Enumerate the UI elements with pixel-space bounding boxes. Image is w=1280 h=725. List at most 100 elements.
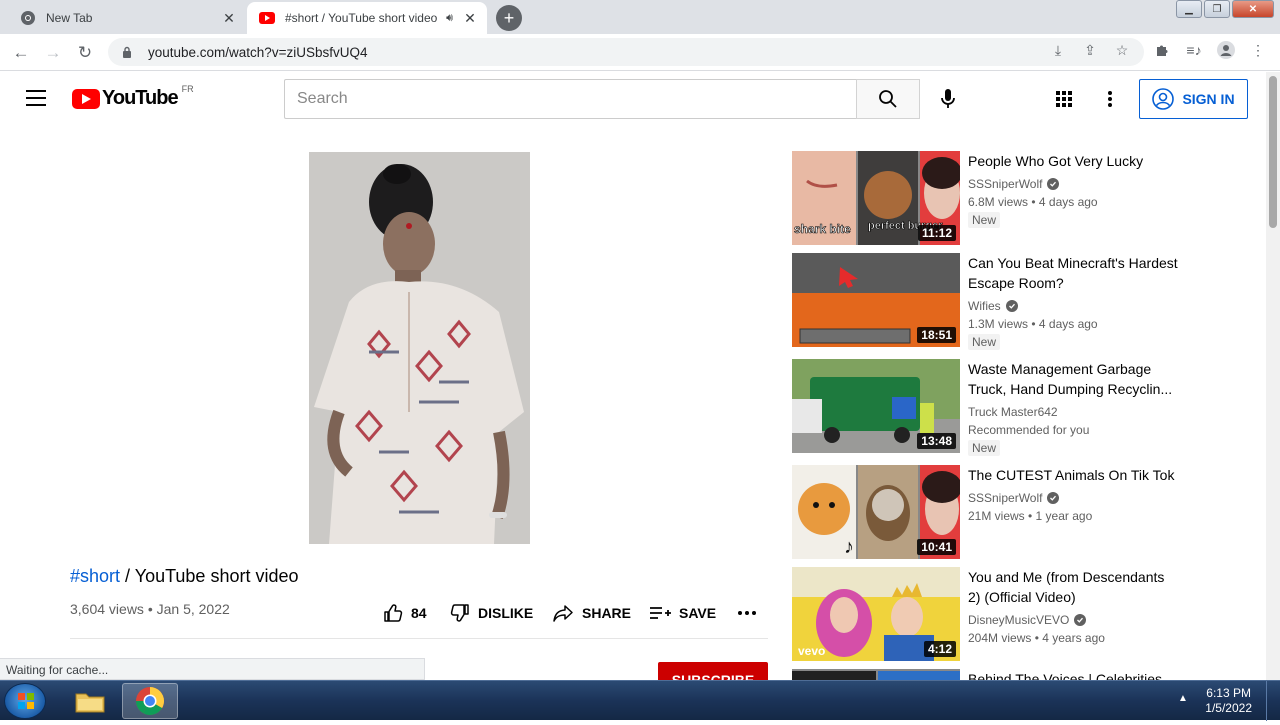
video-views-date: 3,604 views • Jan 5, 2022 bbox=[70, 601, 230, 617]
verified-check-icon bbox=[1074, 614, 1087, 626]
extensions-puzzle-icon[interactable] bbox=[1152, 40, 1172, 60]
system-clock[interactable]: 6:13 PM 1/5/2022 bbox=[1205, 686, 1252, 716]
like-button[interactable]: 84 bbox=[383, 601, 427, 625]
verified-check-icon bbox=[1047, 492, 1060, 504]
thumbs-up-icon bbox=[384, 604, 403, 622]
close-tab-icon[interactable]: ✕ bbox=[218, 7, 240, 29]
address-bar[interactable]: youtube.com/watch?v=ziUSbsfvUQ4 bbox=[108, 38, 1144, 66]
maximize-button[interactable]: ❐ bbox=[1204, 0, 1230, 18]
back-arrow-icon[interactable]: ← bbox=[8, 40, 34, 66]
window-controls: ▁ ❐ ✕ bbox=[1176, 0, 1274, 18]
dislike-label: DISLIKE bbox=[478, 605, 534, 621]
clock-date: 1/5/2022 bbox=[1205, 701, 1252, 715]
chrome-icon bbox=[20, 10, 36, 26]
reload-icon[interactable]: ↻ bbox=[72, 40, 98, 66]
media-control-icon[interactable]: ≡♪ bbox=[1184, 40, 1204, 60]
recommendation-channel[interactable]: SSSniperWolf bbox=[968, 177, 1060, 191]
video-player[interactable] bbox=[309, 152, 530, 544]
youtube-play-icon bbox=[72, 88, 100, 109]
video-frame-woman-image bbox=[309, 152, 530, 544]
page-scrollbar[interactable] bbox=[1266, 72, 1280, 680]
recommendation-title[interactable]: Behind The Voices | Celebrities bbox=[968, 669, 1178, 680]
account-circle-icon bbox=[1152, 88, 1175, 110]
recommendation-title[interactable]: People Who Got Very Lucky bbox=[968, 151, 1178, 171]
windows-logo-icon bbox=[18, 693, 34, 709]
audio-playing-icon[interactable]: 🔊︎ bbox=[446, 12, 453, 25]
windows-start-button[interactable] bbox=[4, 683, 46, 719]
video-duration: 10:41 bbox=[917, 539, 956, 555]
hashtag-link[interactable]: #short bbox=[70, 566, 120, 586]
video-thumbnail[interactable]: ♪ 10:41 bbox=[792, 465, 960, 559]
install-app-icon[interactable]: ⤓ bbox=[1048, 40, 1068, 60]
new-badge: New bbox=[968, 440, 1001, 456]
recommendation-stats: Recommended for you bbox=[968, 423, 1090, 437]
recommendation-item[interactable]: Behind The Voices | Celebrities bbox=[792, 669, 1192, 680]
profile-avatar-icon[interactable] bbox=[1216, 40, 1236, 60]
show-hidden-icons-arrow-icon[interactable]: ▲ bbox=[1178, 693, 1188, 704]
recommendation-item[interactable]: ♪ 10:41 The CUTEST Animals On Tik Tok SS… bbox=[792, 465, 1192, 559]
verified-check-icon bbox=[1005, 300, 1018, 312]
bookmark-star-icon[interactable]: ☆ bbox=[1112, 40, 1132, 60]
video-thumbnail[interactable]: shark bite perfect burger 11:12 bbox=[792, 151, 960, 245]
settings-more-icon[interactable] bbox=[1100, 87, 1120, 111]
scrollbar-thumb[interactable] bbox=[1269, 76, 1277, 228]
forward-arrow-icon[interactable]: → bbox=[40, 40, 66, 66]
close-tab-icon[interactable]: ✕ bbox=[459, 7, 481, 29]
recommendation-item[interactable]: 18:51 Can You Beat Minecraft's Hardest E… bbox=[792, 253, 1192, 350]
save-button[interactable]: SAVE bbox=[649, 601, 716, 625]
recommendation-channel[interactable]: Wifies bbox=[968, 299, 1018, 313]
hamburger-menu-icon[interactable] bbox=[26, 90, 46, 106]
file-explorer-taskbar-icon[interactable] bbox=[62, 683, 118, 719]
tab-title: New Tab bbox=[46, 11, 93, 25]
lock-icon[interactable] bbox=[120, 46, 134, 58]
share-button[interactable]: SHARE bbox=[552, 601, 631, 625]
channel-name: SSSniperWolf bbox=[968, 177, 1043, 191]
recommendation-channel[interactable]: SSSniperWolf bbox=[968, 491, 1060, 505]
tab-youtube-video[interactable]: #short / YouTube short video 🔊︎ ✕ bbox=[247, 2, 487, 34]
share-page-icon[interactable]: ⇪ bbox=[1080, 40, 1100, 60]
tab-new-tab[interactable]: New Tab ✕ bbox=[8, 2, 246, 34]
search-button[interactable] bbox=[856, 79, 920, 119]
close-window-button[interactable]: ✕ bbox=[1232, 0, 1274, 18]
recommendation-title[interactable]: Can You Beat Minecraft's Hardest Escape … bbox=[968, 253, 1178, 293]
recommendation-title[interactable]: You and Me (from Descendants 2) (Officia… bbox=[968, 567, 1178, 607]
search-icon bbox=[879, 90, 897, 108]
video-thumbnail[interactable]: vevo 4:12 bbox=[792, 567, 960, 661]
show-desktop-button[interactable] bbox=[1266, 681, 1280, 721]
apps-grid-icon[interactable] bbox=[1052, 87, 1076, 111]
video-thumbnail[interactable]: 13:48 bbox=[792, 359, 960, 453]
channel-name: SSSniperWolf bbox=[968, 491, 1043, 505]
recommendation-item[interactable]: 13:48 Waste Management Garbage Truck, Ha… bbox=[792, 359, 1192, 456]
recommendation-stats: 21M views • 1 year ago bbox=[968, 509, 1093, 523]
youtube-logo[interactable]: YouTube FR bbox=[72, 84, 194, 110]
recommendation-item[interactable]: shark bite perfect burger 11:12 People W… bbox=[792, 151, 1192, 245]
add-to-playlist-icon bbox=[650, 607, 671, 619]
recommendation-item[interactable]: vevo 4:12 You and Me (from Descendants 2… bbox=[792, 567, 1192, 661]
vevo-logo: vevo bbox=[798, 644, 825, 658]
windows-taskbar: ▲ 6:13 PM 1/5/2022 bbox=[0, 680, 1280, 721]
share-arrow-icon bbox=[553, 605, 573, 622]
more-actions-icon[interactable] bbox=[738, 601, 756, 625]
recommendation-channel[interactable]: DisneyMusicVEVO bbox=[968, 613, 1087, 627]
tiktok-logo: ♪ bbox=[844, 536, 854, 558]
logo-text: YouTube bbox=[102, 87, 179, 109]
new-tab-button[interactable]: + bbox=[496, 5, 522, 31]
search-input[interactable]: Search bbox=[284, 79, 857, 119]
video-title-text: / YouTube short video bbox=[120, 566, 299, 586]
share-label: SHARE bbox=[582, 605, 632, 621]
microphone-icon[interactable] bbox=[936, 87, 960, 111]
youtube-header: YouTube FR Search SIGN IN bbox=[0, 72, 1266, 128]
recommendation-title[interactable]: Waste Management Garbage Truck, Hand Dum… bbox=[968, 359, 1178, 399]
thumbs-down-icon bbox=[450, 604, 469, 622]
video-thumbnail[interactable]: 18:51 bbox=[792, 253, 960, 347]
chrome-taskbar-icon[interactable] bbox=[122, 683, 178, 719]
browser-tab-bar: New Tab ✕ #short / YouTube short video 🔊… bbox=[0, 0, 1280, 34]
recommendation-title[interactable]: The CUTEST Animals On Tik Tok bbox=[968, 465, 1178, 485]
chrome-menu-icon[interactable]: ⋮ bbox=[1248, 40, 1268, 60]
recommendation-channel[interactable]: Truck Master642 bbox=[968, 405, 1058, 419]
dislike-button[interactable]: DISLIKE bbox=[450, 601, 533, 625]
video-duration: 13:48 bbox=[917, 433, 956, 449]
video-thumbnail[interactable] bbox=[792, 669, 960, 680]
minimize-button[interactable]: ▁ bbox=[1176, 0, 1202, 18]
sign-in-button[interactable]: SIGN IN bbox=[1139, 79, 1248, 119]
